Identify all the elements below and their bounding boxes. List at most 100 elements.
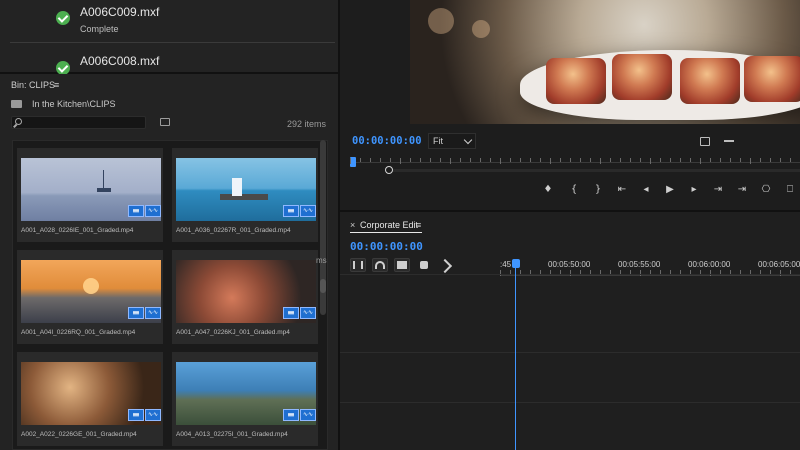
ingest-filename: A006C008.mxf — [80, 54, 160, 68]
clip-label: A001_A028_0226IE_001_Graded.mp4 — [21, 227, 134, 234]
track-divider — [340, 402, 800, 403]
ruler-tick — [500, 158, 501, 164]
food — [680, 58, 740, 104]
play-icon[interactable]: ▶ — [662, 183, 678, 197]
clip-label: A001_A047_0226KJ_001_Graded.mp4 — [176, 329, 290, 336]
timeline-ruler[interactable]: :45 00:05:50:00 00:05:55:00 00:06:00:00 … — [500, 260, 800, 280]
clip-label: A004_A013_02275I_001_Graded.mp4 — [176, 431, 288, 438]
link-icon — [375, 261, 385, 269]
truncated-text: ms — [316, 256, 327, 265]
ruler-time: 00:06:00:00 — [688, 260, 731, 269]
left-column: A006C009.mxf Complete A006C008.mxf Bin: … — [0, 0, 338, 450]
ruler-tick — [610, 158, 611, 162]
ruler-tick — [600, 158, 601, 164]
mark-out-icon[interactable]: } — [590, 183, 606, 197]
bin-title: Bin: CLIPS — [11, 80, 56, 90]
ingest-filename: A006C009.mxf — [80, 5, 160, 19]
bin-menu-icon[interactable]: ≡ — [54, 80, 59, 90]
ruler-tick — [530, 158, 531, 162]
ruler-tick — [370, 158, 371, 162]
ingest-item[interactable]: A006C009.mxf Complete — [0, 2, 338, 42]
ruler-tick — [720, 158, 721, 162]
timeline-menu-icon[interactable]: ≡ — [416, 220, 421, 230]
zoom-handle[interactable] — [385, 166, 393, 174]
food — [744, 56, 800, 102]
lighthouse — [232, 178, 242, 196]
program-timecode[interactable]: 00:00:00:00 — [352, 135, 422, 147]
clip-tile[interactable]: ▦▦ ∿∿ A001_A04I_0226RQ_001_Graded.mp4 — [16, 249, 164, 345]
ruler-tick — [380, 158, 381, 162]
timeline-playhead-handle[interactable] — [512, 259, 520, 268]
clip-tile[interactable]: ▦▦ ∿∿ A001_A028_0226IE_001_Graded.mp4 — [16, 147, 164, 243]
export-icon[interactable]: ⎕ — [782, 183, 798, 197]
close-icon[interactable]: × — [350, 220, 355, 230]
boat — [97, 188, 111, 192]
new-bin-icon[interactable] — [160, 118, 170, 126]
bokeh — [472, 20, 490, 38]
ruler-tick — [620, 158, 621, 162]
search-input[interactable] — [11, 116, 146, 129]
ruler-tick — [390, 158, 391, 162]
bookmark-icon[interactable] — [420, 261, 428, 269]
video-badge-icon: ▦▦ — [283, 205, 299, 217]
timeline-panel: × Corporate Edit ≡ 00:00:00:00 :45 00:05… — [340, 212, 800, 450]
video-badge-icon: ▦▦ — [283, 409, 299, 421]
search-icon — [15, 118, 22, 125]
ruler-time: :45 — [500, 260, 512, 269]
overwrite-icon[interactable]: ⎔ — [758, 183, 774, 197]
clip-tile[interactable]: ▦▦ ∿∿ A001_A047_0226KJ_001_Graded.mp4 — [171, 249, 319, 345]
ruler-tick — [740, 158, 741, 162]
clip-tile[interactable]: ▦▦ ∿∿ A002_A022_0226GE_001_Graded.mp4 — [16, 351, 164, 447]
boat-mast — [103, 170, 104, 188]
go-to-in-icon[interactable]: ⇤ — [614, 183, 630, 197]
ruler-tick — [400, 158, 401, 164]
ruler-tick — [550, 158, 551, 164]
wrench-icon[interactable] — [437, 258, 453, 274]
divider — [10, 42, 335, 43]
ruler-tick — [460, 158, 461, 162]
transport-controls: ♦ { } ⇤ ◂ ▶ ▸ ⇥ ⇥ ⎔ ⎕ — [540, 183, 800, 197]
zoom-bar[interactable] — [390, 169, 800, 172]
bin-scroll-thumb[interactable] — [320, 279, 326, 293]
ruler-tick — [410, 158, 411, 162]
clip-label: A001_A036_02267R_001_Graded.mp4 — [176, 227, 291, 234]
ruler-tick — [710, 270, 711, 276]
step-forward-icon[interactable]: ▸ — [686, 183, 702, 197]
ruler-tick — [490, 158, 491, 162]
video-preview — [410, 0, 800, 124]
ruler-tick — [640, 158, 641, 162]
program-ruler[interactable] — [350, 155, 800, 169]
clip-tile[interactable]: ▦▦ ∿∿ A004_A013_02275I_001_Graded.mp4 — [171, 351, 319, 447]
ruler-tick — [580, 158, 581, 162]
step-back-icon[interactable]: ◂ — [638, 183, 654, 197]
audio-badge-icon: ∿∿ — [300, 409, 316, 421]
ruler-tick — [780, 158, 781, 162]
ruler-tick — [730, 158, 731, 162]
ruler-tick — [690, 158, 691, 162]
ruler-tick — [430, 158, 431, 162]
tab-corporate-edit[interactable]: Corporate Edit — [360, 220, 418, 230]
item-count: 292 items — [286, 119, 326, 129]
check-icon — [56, 61, 70, 75]
ruler-tick — [540, 158, 541, 162]
ruler-time: 00:06:05:00 — [758, 260, 800, 269]
mark-in-icon[interactable]: { — [566, 183, 582, 197]
pier — [220, 194, 268, 200]
audio-badge-icon: ∿∿ — [300, 205, 316, 217]
tab-underline — [350, 232, 422, 233]
clip-tile[interactable]: ▦▦ ∿∿ A001_A036_02267R_001_Graded.mp4 — [171, 147, 319, 243]
ruler-tick — [470, 158, 471, 162]
settings-icon[interactable] — [724, 140, 734, 143]
insert-icon[interactable]: ⇥ — [734, 183, 750, 197]
sun — [83, 278, 99, 294]
go-to-out-icon[interactable]: ⇥ — [710, 183, 726, 197]
audio-badge-icon: ∿∿ — [145, 409, 161, 421]
ruler-tick — [520, 158, 521, 162]
ruler-tick — [780, 270, 781, 276]
export-frame-icon[interactable] — [700, 137, 710, 146]
ruler-tick — [710, 158, 711, 162]
video-badge-icon: ▦▦ — [128, 307, 144, 319]
marker-icon[interactable]: ♦ — [540, 183, 556, 197]
track-divider — [340, 274, 800, 275]
sequence-timecode[interactable]: 00:00:00:00 — [350, 240, 423, 253]
